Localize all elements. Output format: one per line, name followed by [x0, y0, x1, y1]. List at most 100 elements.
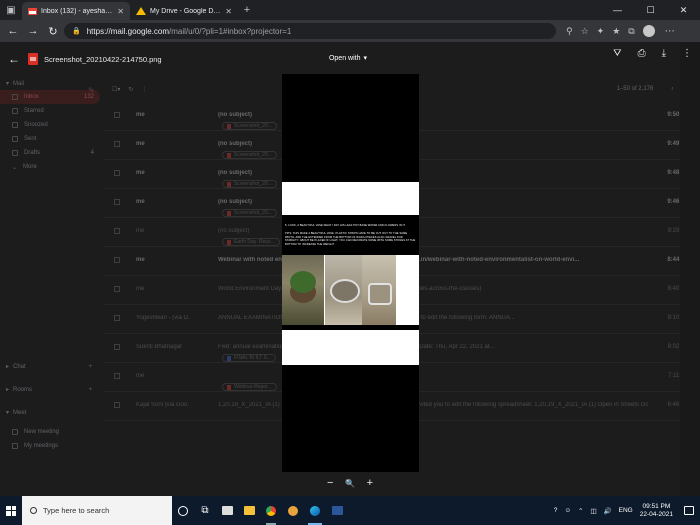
show-hidden-icons[interactable]: ⌃	[578, 507, 583, 515]
translate-icon[interactable]: ⚲	[566, 26, 573, 37]
section-label: Chat	[13, 363, 26, 370]
extensions-icon[interactable]: ✦	[597, 26, 605, 37]
attachment-chip[interactable]: Screenshot_20...	[222, 209, 277, 217]
cortana-icon[interactable]	[172, 496, 194, 525]
more-actions-icon[interactable]: ⋮	[141, 86, 147, 93]
sidebar-item-snoozed[interactable]: Snoozed	[0, 118, 100, 132]
profile-avatar[interactable]	[642, 25, 655, 37]
rooms-section-header[interactable]: ▸ Rooms +	[0, 383, 100, 396]
close-tab-icon[interactable]: ✕	[225, 7, 232, 16]
notification-center-icon[interactable]	[684, 506, 694, 515]
sidebar-item-sent[interactable]: Sent	[0, 132, 100, 146]
row-checkbox[interactable]	[114, 170, 120, 176]
attachment-chip[interactable]: Screenshot_20...	[222, 122, 277, 130]
attachment-chip[interactable]: Earth Day .Reus...	[222, 238, 280, 246]
volume-icon[interactable]: 🔊	[604, 507, 612, 515]
refresh-icon[interactable]: ↻	[128, 86, 133, 93]
chevron-down-icon: ▾	[6, 410, 10, 416]
row-sender: me	[136, 199, 145, 205]
print-icon[interactable]: ⎙	[638, 48, 646, 59]
sidebar-item-inbox[interactable]: Inbox 132	[0, 90, 100, 104]
attachment-chip[interactable]: FINAL BI ILT S...	[222, 354, 277, 362]
add-chat-icon[interactable]: +	[88, 364, 92, 370]
attachment-chip[interactable]: Webinar-Repor...	[222, 383, 277, 391]
sidebar-item-more[interactable]: ⌄ More	[0, 160, 100, 174]
row-checkbox[interactable]	[114, 141, 120, 147]
network-icon[interactable]: ◫	[590, 507, 596, 515]
new-tab-button[interactable]: +	[238, 0, 256, 20]
add-to-drive-icon[interactable]: ⛛	[613, 48, 621, 59]
clock-date: 22-04-2021	[639, 510, 673, 518]
browser-menu-icon[interactable]: ⋯	[665, 26, 675, 37]
sidebar-item-starred[interactable]: Starred	[0, 104, 100, 118]
window-menu-icon[interactable]: ▣	[0, 0, 22, 20]
preview-image[interactable]: 5. LOOK, A BEAUTIFUL VASE WHAT I DAY HIS…	[282, 74, 419, 472]
my-meetings-item[interactable]: My meetings	[0, 439, 100, 453]
tab-gmail-inbox[interactable]: Inbox (132) - ayesha.khan@thei ✕	[22, 2, 130, 20]
new-meeting-item[interactable]: New meeting	[0, 425, 100, 439]
add-room-icon[interactable]: +	[88, 387, 92, 393]
row-checkbox[interactable]	[114, 286, 120, 292]
row-checkbox[interactable]	[114, 373, 120, 379]
taskbar-search[interactable]: Type here to search	[22, 496, 172, 525]
input-language[interactable]: ENG	[619, 507, 633, 514]
bookmark-star-icon[interactable]: ☆	[581, 26, 589, 37]
back-arrow-icon[interactable]: ←	[8, 52, 24, 66]
system-tray: ? ☺ ⌃ ◫ 🔊 ENG 09:51 PM 22-04-2021	[554, 496, 700, 525]
row-sender: me	[136, 170, 145, 176]
taskbar-clock[interactable]: 09:51 PM 22-04-2021	[640, 503, 673, 519]
row-checkbox[interactable]	[114, 402, 120, 408]
prev-page-icon[interactable]: ‹	[671, 86, 673, 92]
tab-google-drive[interactable]: My Drive - Google Drive ✕	[130, 2, 238, 20]
download-icon[interactable]: ⤓	[662, 48, 666, 59]
minimize-icon[interactable]: —	[601, 0, 634, 20]
maximize-icon[interactable]: ☐	[634, 0, 667, 20]
compose-pencil-icon[interactable]: ✎	[88, 86, 95, 95]
store-icon[interactable]	[216, 496, 238, 525]
meet-section-header[interactable]: ▾ Meet	[0, 406, 100, 419]
attachment-chip[interactable]: Screenshot_20...	[222, 180, 277, 188]
gmail-favicon-icon	[28, 7, 37, 15]
mail-section-header[interactable]: ▾ Mail	[0, 77, 100, 90]
collections-icon[interactable]: ⧉	[628, 26, 634, 37]
chat-section-header[interactable]: ▸ Chat +	[0, 360, 100, 373]
url-bar[interactable]: 🔒 https://mail.google.com/mail/u/0/?pli=…	[64, 23, 556, 39]
zoom-in-button[interactable]: +	[367, 477, 373, 489]
chrome-icon[interactable]	[260, 496, 282, 525]
sidebar-item-label: Snoozed	[24, 122, 48, 128]
task-view-icon[interactable]: ⧉	[194, 496, 216, 525]
sidebar-item-drafts[interactable]: Drafts 4	[0, 146, 100, 160]
clock-time: 09:51 PM	[642, 502, 671, 510]
reload-icon[interactable]: ↻	[44, 22, 62, 40]
zoom-out-button[interactable]: −	[327, 477, 333, 489]
video-icon	[12, 429, 18, 435]
row-checkbox[interactable]	[114, 228, 120, 234]
back-arrow-icon[interactable]: ←	[4, 22, 22, 40]
zoom-reset-icon[interactable]: 🔍	[345, 479, 355, 488]
select-all-checkbox[interactable]: ☐▾	[112, 86, 120, 93]
help-icon[interactable]: ?	[554, 507, 558, 514]
gmail-sidebar: ▾ Mail Inbox 132 Starred Snoozed Sent Draf…	[0, 77, 100, 496]
edge-icon[interactable]	[304, 496, 326, 525]
row-checkbox[interactable]	[114, 257, 120, 263]
paint-icon[interactable]	[282, 496, 304, 525]
close-tab-icon[interactable]: ✕	[117, 7, 124, 16]
row-sender: Yogeshwari - (via G.	[136, 315, 190, 321]
close-window-icon[interactable]: ✕	[667, 0, 700, 20]
lock-icon[interactable]: 🔒	[72, 27, 81, 35]
row-checkbox[interactable]	[114, 344, 120, 350]
open-with-button[interactable]: Open with ▾	[327, 50, 369, 66]
row-checkbox[interactable]	[114, 112, 120, 118]
row-checkbox[interactable]	[114, 199, 120, 205]
people-icon[interactable]: ☺	[564, 507, 571, 514]
more-options-icon[interactable]: ⋮	[682, 48, 692, 59]
word-icon[interactable]	[326, 496, 348, 525]
start-button[interactable]	[0, 496, 22, 525]
file-explorer-icon[interactable]	[238, 496, 260, 525]
row-sender: me	[136, 286, 145, 292]
section-label: Rooms	[13, 386, 33, 393]
attachment-chip[interactable]: Screenshot_20...	[222, 151, 277, 159]
forward-arrow-icon[interactable]: →	[24, 22, 42, 40]
row-checkbox[interactable]	[114, 315, 120, 321]
favorites-icon[interactable]: ★	[612, 26, 620, 37]
